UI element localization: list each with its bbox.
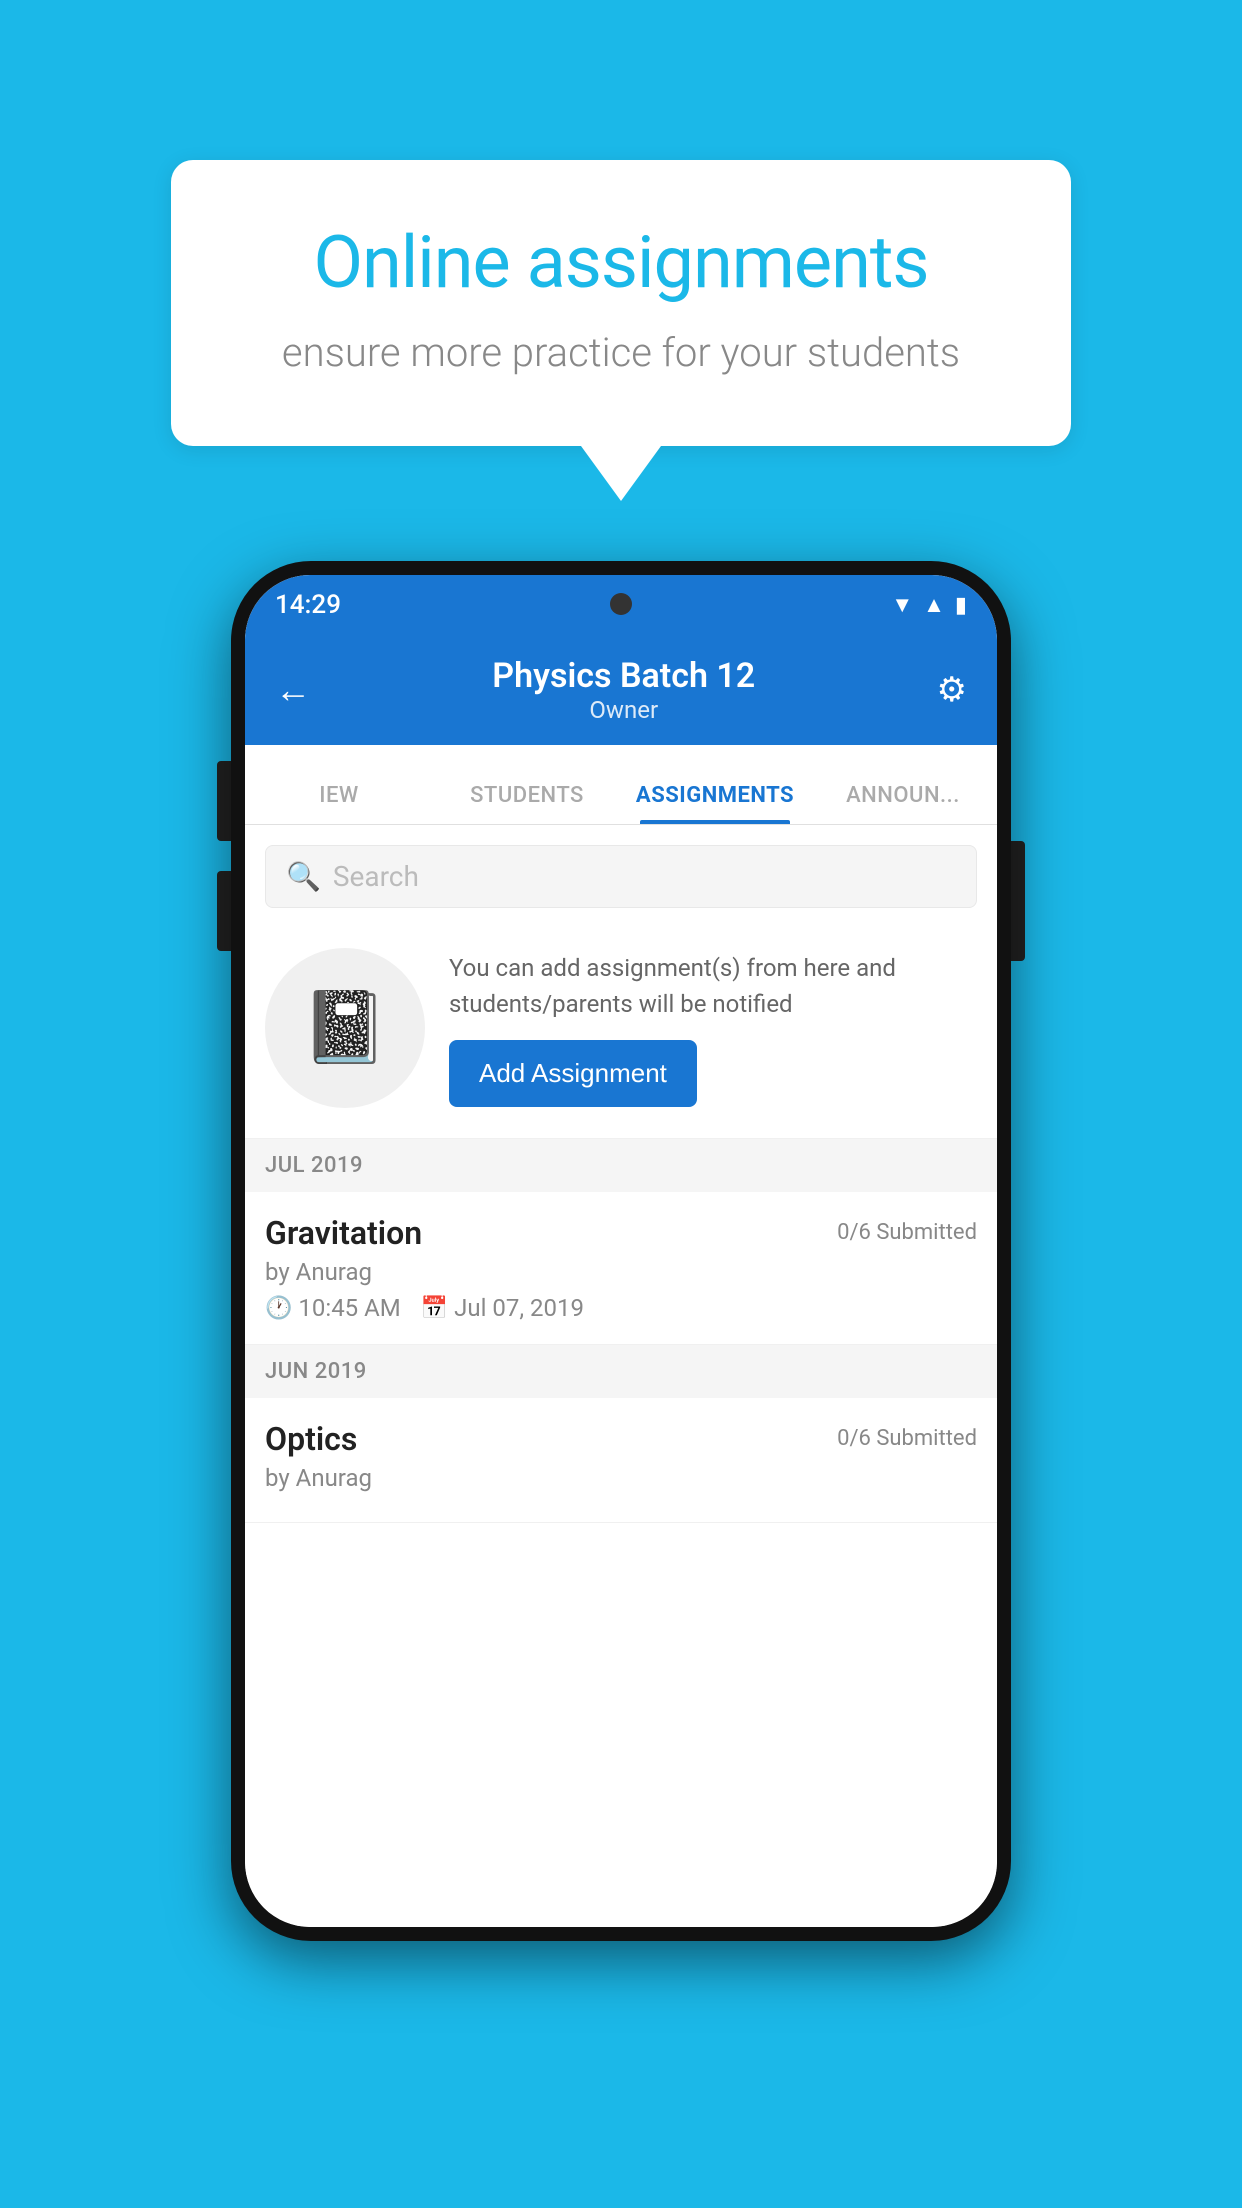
add-assignment-section: 📓 You can add assignment(s) from here an…	[245, 918, 997, 1139]
speech-bubble-wrapper: Online assignments ensure more practice …	[171, 160, 1071, 501]
speech-bubble-subtitle: ensure more practice for your students	[241, 329, 1001, 376]
assignment-by: by Anurag	[265, 1258, 977, 1286]
add-assignment-right: You can add assignment(s) from here and …	[449, 950, 977, 1107]
assignment-row1-optics: Optics 0/6 Submitted	[265, 1420, 977, 1458]
phone-frame: 14:29 ▼ ▲ ▮ ← Physics Batch 12 Owner ⚙	[231, 561, 1011, 1941]
tab-assignments[interactable]: ASSIGNMENTS	[621, 783, 809, 824]
screen: 14:29 ▼ ▲ ▮ ← Physics Batch 12 Owner ⚙	[245, 575, 997, 1927]
phone-wrapper: 14:29 ▼ ▲ ▮ ← Physics Batch 12 Owner ⚙	[231, 561, 1011, 1941]
battery-icon: ▮	[955, 593, 967, 618]
assignment-meta: 🕐 10:45 AM 📅 Jul 07, 2019	[265, 1294, 977, 1322]
assignment-row1: Gravitation 0/6 Submitted	[265, 1214, 977, 1252]
assignment-item-optics[interactable]: Optics 0/6 Submitted by Anurag	[245, 1398, 997, 1523]
search-placeholder: Search	[333, 860, 419, 893]
assignment-date: 📅 Jul 07, 2019	[421, 1294, 584, 1322]
assignment-submitted-optics: 0/6 Submitted	[837, 1426, 977, 1451]
search-bar[interactable]: 🔍 Search	[265, 845, 977, 908]
speech-bubble: Online assignments ensure more practice …	[171, 160, 1071, 446]
calendar-icon: 📅	[421, 1296, 448, 1321]
phone-inner: 14:29 ▼ ▲ ▮ ← Physics Batch 12 Owner ⚙	[245, 575, 997, 1927]
search-icon: 🔍	[286, 860, 321, 893]
section-header-jun: JUN 2019	[245, 1345, 997, 1398]
app-header: ← Physics Batch 12 Owner ⚙	[245, 635, 997, 745]
settings-icon[interactable]: ⚙	[937, 670, 967, 710]
add-assignment-button[interactable]: Add Assignment	[449, 1040, 697, 1107]
assignment-item-gravitation[interactable]: Gravitation 0/6 Submitted by Anurag 🕐 10…	[245, 1192, 997, 1345]
back-button[interactable]: ←	[275, 669, 311, 711]
section-header-jul: JUL 2019	[245, 1139, 997, 1192]
status-icons: ▼ ▲ ▮	[891, 592, 967, 618]
tab-students[interactable]: STUDENTS	[433, 783, 621, 824]
assignment-by-optics: by Anurag	[265, 1464, 977, 1492]
assignment-submitted: 0/6 Submitted	[837, 1220, 977, 1245]
header-title: Physics Batch 12	[492, 656, 755, 696]
wifi-icon: ▼	[891, 592, 913, 618]
camera	[610, 593, 632, 615]
assignment-name: Gravitation	[265, 1214, 422, 1252]
assignment-icon-circle: 📓	[265, 948, 425, 1108]
tab-bar: IEW STUDENTS ASSIGNMENTS ANNOUN...	[245, 745, 997, 825]
header-center: Physics Batch 12 Owner	[492, 656, 755, 724]
add-assignment-description: You can add assignment(s) from here and …	[449, 950, 977, 1022]
screen-content: 🔍 Search 📓 You can add assignment(s) fro…	[245, 825, 997, 1927]
clock-icon: 🕐	[265, 1296, 292, 1321]
tab-announcements[interactable]: ANNOUN...	[809, 783, 997, 824]
signal-icon: ▲	[923, 592, 945, 618]
tab-iew[interactable]: IEW	[245, 783, 433, 824]
speech-bubble-title: Online assignments	[241, 220, 1001, 305]
speech-bubble-tail	[581, 446, 661, 501]
status-time: 14:29	[275, 590, 341, 620]
assignment-time: 🕐 10:45 AM	[265, 1294, 401, 1322]
power-button	[1011, 841, 1025, 961]
notebook-icon: 📓	[301, 987, 388, 1069]
header-subtitle: Owner	[492, 696, 755, 724]
volume-up-button	[217, 761, 231, 841]
assignment-name-optics: Optics	[265, 1420, 357, 1458]
volume-down-button	[217, 871, 231, 951]
